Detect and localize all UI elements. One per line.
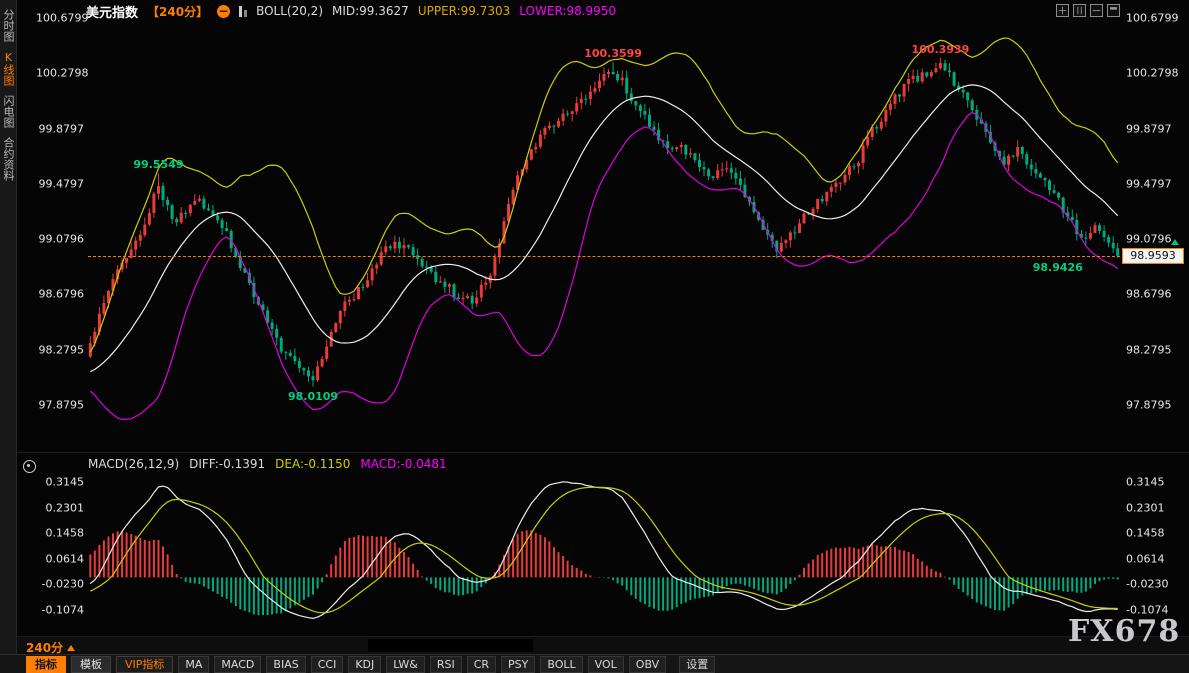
indicator-button-vol[interactable]: VOL	[588, 656, 624, 673]
price-axis-label: 98.2795	[36, 343, 84, 356]
macd-dea-value: DEA:-0.1150	[275, 457, 350, 471]
last-price-label: 98.9593	[1122, 248, 1184, 264]
sidebar-item-time-chart[interactable]: 分时图	[2, 9, 15, 42]
indicator-button-cr[interactable]: CR	[467, 656, 496, 673]
layout-grid-icon[interactable]	[1056, 4, 1069, 17]
symbol-title: 美元指数	[86, 2, 138, 21]
macd-axis-label: 0.1458	[36, 527, 84, 540]
price-axis-label: 100.6799	[36, 12, 84, 25]
settings-button[interactable]: 设置	[679, 656, 715, 673]
last-price-line	[88, 256, 1120, 257]
price-axis-label: 98.6796	[1126, 288, 1172, 301]
price-annotation: 100.3939	[912, 43, 970, 56]
remove-indicator-icon[interactable]: −	[217, 5, 230, 18]
price-axis-label: 100.2798	[36, 67, 84, 80]
macd-axis-label: 0.0614	[1126, 552, 1165, 565]
indicator-button-kdj[interactable]: KDJ	[348, 656, 381, 673]
boll-lower-value: LOWER:98.9950	[519, 4, 616, 18]
layout-columns-icon[interactable]	[1073, 4, 1086, 17]
boll-mid-value: MID:99.3627	[332, 4, 409, 18]
price-axis-label: 100.6799	[1126, 12, 1179, 25]
toolbar-tab-templates[interactable]: 模板	[71, 656, 111, 673]
price-annotation: 99.5549	[133, 158, 183, 171]
price-up-arrow-icon	[1171, 239, 1179, 245]
indicator-button-obv[interactable]: OBV	[629, 656, 666, 673]
toolbar-tab-vip-indicators[interactable]: VIP指标	[116, 656, 173, 673]
price-axis-label: 98.6796	[36, 288, 84, 301]
price-axis-label: 99.8797	[36, 122, 84, 135]
price-axis-label: 99.0796	[1126, 233, 1172, 246]
price-annotation: 98.9426	[1033, 261, 1083, 274]
indicator-button-cci[interactable]: CCI	[311, 656, 344, 673]
macd-axis-label: -0.0230	[1126, 578, 1168, 591]
sidebar-item-contract-info[interactable]: 合约资料	[2, 137, 15, 181]
trading-terminal: 分时图 K线图闪电图合约资料 美元指数 【240分】 − BOLL(20,2) M…	[0, 0, 1189, 673]
indicator-button-ma[interactable]: MA	[178, 656, 209, 673]
macd-axis-label: 0.1458	[1126, 527, 1165, 540]
watermark: FX678	[1068, 614, 1180, 649]
indicator-button-psy[interactable]: PSY	[501, 656, 535, 673]
panel-divider	[17, 452, 1189, 453]
candlestick-chart[interactable]	[0, 0, 1189, 673]
macd-axis-label: 0.2301	[36, 501, 84, 514]
macd-settings-icon[interactable]	[23, 460, 36, 473]
macd-axis-label: 0.3145	[1126, 475, 1165, 488]
indicator-button-boll[interactable]: BOLL	[540, 656, 582, 673]
macd-axis-label: -0.1074	[36, 603, 84, 616]
window-layout-icons	[1056, 4, 1120, 17]
macd-axis-label: 0.0614	[36, 552, 84, 565]
boll-label: BOLL(20,2)	[256, 4, 323, 18]
macd-diff-value: DIFF:-0.1391	[189, 457, 265, 471]
export-icon[interactable]	[1107, 4, 1120, 17]
chevron-up-icon	[67, 645, 75, 651]
bottom-toolbar: 指标模板 VIP指标 MA MACD BIAS CCIKDJ LW&RSI CR PSY BOLL…	[0, 654, 1189, 673]
macd-header: MACD(26,12,9) DIFF:-0.1391 DEA:-0.1150 M…	[88, 457, 447, 471]
price-axis-label: 99.4797	[1126, 177, 1172, 190]
indicator-button-lw[interactable]: LW&	[386, 656, 425, 673]
price-axis-label: 97.8795	[1126, 399, 1172, 412]
layout-rows-icon[interactable]	[1090, 4, 1103, 17]
price-axis-label: 97.8795	[36, 399, 84, 412]
price-axis-label: 99.0796	[36, 233, 84, 246]
boll-upper-value: UPPER:99.7303	[418, 4, 510, 18]
x-axis	[17, 637, 1189, 654]
price-axis-label: 98.2795	[1126, 343, 1172, 356]
indicator-button-bias[interactable]: BIAS	[266, 656, 305, 673]
sidebar-item-flash-chart[interactable]: 闪电图	[2, 95, 15, 128]
period-badge: 【240分】	[147, 3, 208, 20]
indicator-button-macd[interactable]: MACD	[214, 656, 261, 673]
macd-axis-label: 0.2301	[1126, 501, 1165, 514]
indicator-button-rsi[interactable]: RSI	[430, 656, 462, 673]
price-axis-label: 99.8797	[1126, 122, 1172, 135]
price-axis-label: 100.2798	[1126, 67, 1179, 80]
sidebar-item-kline-chart[interactable]: K线图	[2, 51, 15, 86]
macd-label: MACD(26,12,9)	[88, 457, 179, 471]
macd-axis-label: 0.3145	[36, 475, 84, 488]
left-sidebar: 分时图 K线图闪电图合约资料	[0, 0, 17, 654]
chart-header: 美元指数 【240分】 − BOLL(20,2) MID:99.3627 UPP…	[86, 3, 616, 19]
macd-axis-label: -0.0230	[36, 578, 84, 591]
price-annotation: 100.3599	[584, 47, 642, 60]
price-axis-label: 99.4797	[36, 177, 84, 190]
x-scrollbar-thumb[interactable]	[368, 639, 533, 652]
price-annotation: 98.0109	[288, 390, 338, 403]
indicator-glyph-icon	[239, 6, 247, 17]
toolbar-tab-indicators[interactable]: 指标	[26, 656, 66, 673]
macd-macd-value: MACD:-0.0481	[360, 457, 446, 471]
